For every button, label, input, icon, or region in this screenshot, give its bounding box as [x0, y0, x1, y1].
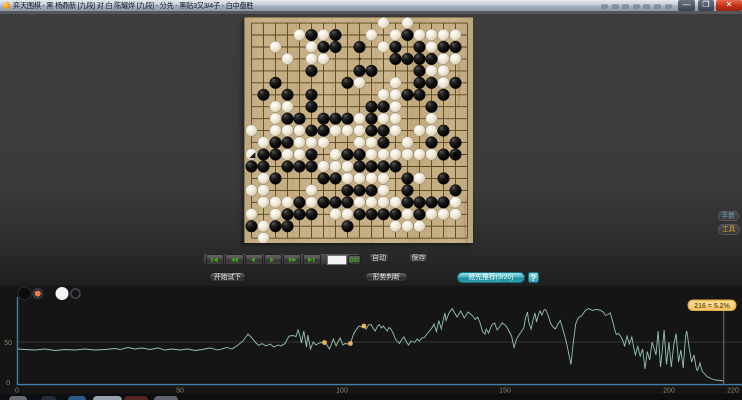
svg-text:0: 0 [6, 380, 10, 387]
svg-text:50: 50 [4, 340, 12, 347]
svg-text:216 = 5.2%: 216 = 5.2% [694, 303, 730, 310]
